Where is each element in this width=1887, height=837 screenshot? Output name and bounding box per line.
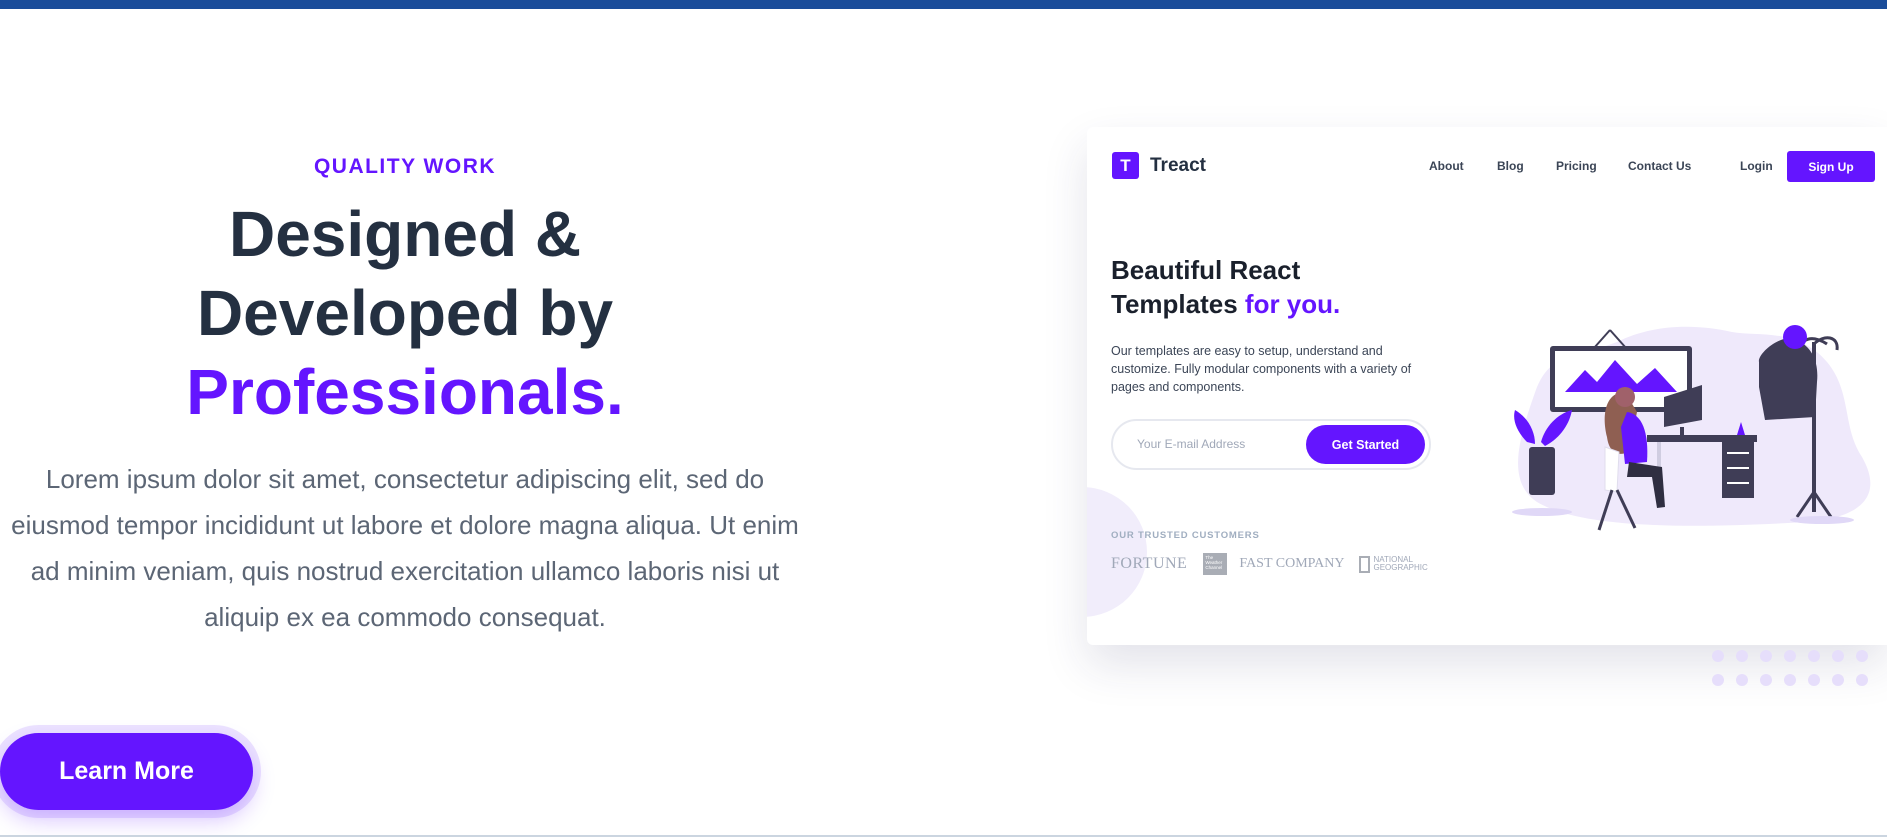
natgeo-frame-icon bbox=[1358, 555, 1370, 573]
fortune-logo: FORTUNE bbox=[1111, 555, 1188, 572]
customer-logos: FORTUNE The Weather Channel FAST COMPANY… bbox=[1111, 553, 1428, 575]
decorative-dots bbox=[1712, 650, 1887, 690]
email-signup-form: Your E-mail Address Get Started bbox=[1111, 419, 1431, 470]
signup-button[interactable]: Sign Up bbox=[1787, 151, 1875, 182]
weather-channel-logo: The Weather Channel bbox=[1203, 553, 1228, 575]
brand-name: Treact bbox=[1150, 154, 1206, 176]
nav-link-pricing[interactable]: Pricing bbox=[1556, 159, 1597, 173]
preview-title-accent: for you. bbox=[1244, 289, 1341, 319]
nav-link-about[interactable]: About bbox=[1429, 159, 1464, 173]
template-preview-card: T Treact About Blog Pricing Contact Us L… bbox=[1087, 127, 1887, 645]
preview-title: Beautiful React Templates for you. bbox=[1111, 253, 1340, 321]
workspace-illustration bbox=[1512, 325, 1871, 531]
hero-headline-accent: Professionals. bbox=[186, 356, 624, 428]
get-started-button[interactable]: Get Started bbox=[1306, 425, 1425, 464]
hero-text-column: QUALITY WORK Designed & Developed by Pro… bbox=[0, 150, 810, 640]
national-geographic-logo: NATIONAL GEOGRAPHIC bbox=[1358, 555, 1428, 573]
hero-headline-line-1: Designed & bbox=[228, 198, 582, 270]
preview-title-line-2: Templates bbox=[1111, 289, 1238, 319]
natgeo-text-2: GEOGRAPHIC bbox=[1373, 563, 1428, 572]
nav-link-login[interactable]: Login bbox=[1740, 159, 1773, 173]
hero-description: Lorem ipsum dolor sit amet, consectetur … bbox=[11, 464, 799, 632]
fast-company-logo: FAST COMPANY bbox=[1239, 556, 1345, 571]
hero-headline-line-2: Developed by bbox=[196, 277, 614, 349]
logo-mark-icon: T bbox=[1112, 152, 1139, 179]
nav-link-blog[interactable]: Blog bbox=[1497, 159, 1524, 173]
preview-title-line-1: Beautiful React bbox=[1111, 255, 1301, 285]
top-accent-bar bbox=[0, 0, 1887, 9]
decorative-blob bbox=[1087, 487, 1147, 617]
preview-description: Our templates are easy to setup, underst… bbox=[1111, 344, 1412, 394]
trusted-customers-label: OUR TRUSTED CUSTOMERS bbox=[1111, 530, 1260, 541]
hero-eyebrow: QUALITY WORK bbox=[313, 155, 497, 178]
nav-link-contact[interactable]: Contact Us bbox=[1628, 159, 1691, 173]
hero-headline: Designed & Developed by Professionals. bbox=[0, 195, 810, 432]
email-input[interactable]: Your E-mail Address bbox=[1137, 437, 1245, 451]
learn-more-button[interactable]: Learn More bbox=[0, 733, 253, 810]
preview-logo[interactable]: T Treact bbox=[1112, 152, 1206, 179]
